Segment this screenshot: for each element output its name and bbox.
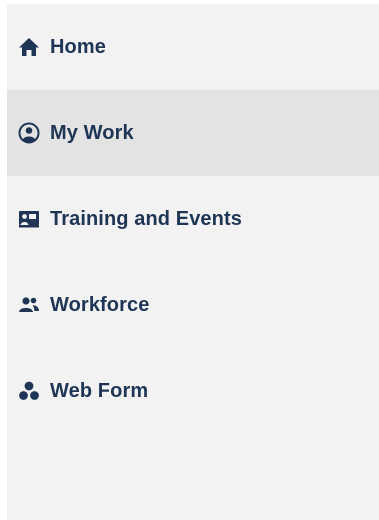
home-icon [18, 36, 40, 58]
nav-item-label: Home [50, 35, 106, 58]
nav-item-label: Training and Events [50, 207, 242, 230]
user-circle-icon [18, 122, 40, 144]
nav-item-my-work[interactable]: My Work [7, 90, 379, 176]
nav-item-label: My Work [50, 121, 134, 144]
users-icon [18, 294, 40, 316]
nav-item-home[interactable]: Home [7, 4, 379, 90]
nav-item-web-form[interactable]: Web Form [7, 348, 379, 434]
presentation-icon [18, 208, 40, 230]
nav-item-label: Workforce [50, 293, 150, 316]
cubes-icon [18, 380, 40, 402]
sidebar-nav: Home My Work Training and Events Workfor… [7, 4, 379, 520]
nav-item-workforce[interactable]: Workforce [7, 262, 379, 348]
nav-item-training-and-events[interactable]: Training and Events [7, 176, 379, 262]
nav-item-label: Web Form [50, 379, 149, 402]
